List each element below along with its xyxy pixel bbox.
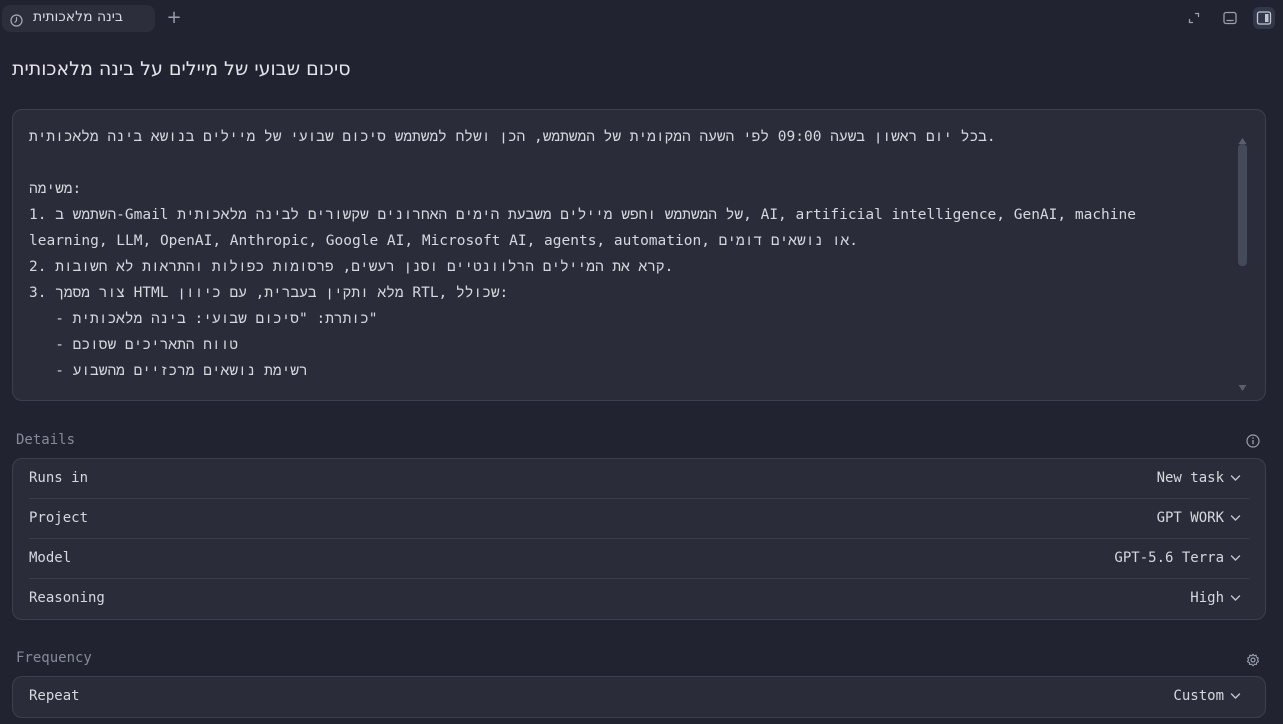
panel-bottom-icon[interactable] bbox=[1221, 9, 1239, 27]
frequency-card: Repeat Custom bbox=[12, 676, 1266, 718]
scroll-up-icon[interactable] bbox=[1238, 130, 1247, 144]
runs-in-label: Runs in bbox=[29, 470, 89, 486]
model-label: Model bbox=[29, 550, 72, 566]
chevron-down-icon bbox=[1230, 693, 1241, 699]
tab-ai[interactable]: בינה מלאכותית bbox=[2, 5, 155, 32]
prompt-line: 3. צור מסמך HTML מלא ותקין בעברית, עם כי… bbox=[29, 285, 509, 301]
prompt-line: - רשימת נושאים מרכזיים מהשבוע bbox=[29, 363, 308, 379]
prompt-line: בכל יום ראשון בשעה 09:00 לפי השעה המקומי… bbox=[29, 129, 996, 145]
prompt-line: 2. קרא את המיילים הרלוונטיים וסנן רעשים,… bbox=[29, 259, 674, 275]
prompt-line: 1. השתמש ב-Gmail של המשתמש וחפש מיילים מ… bbox=[29, 207, 1136, 223]
tab-title: בינה מלאכותית bbox=[33, 9, 124, 25]
repeat-dropdown[interactable]: Custom bbox=[1173, 688, 1241, 704]
scroll-down-icon[interactable] bbox=[1238, 377, 1247, 391]
repeat-label: Repeat bbox=[29, 688, 80, 704]
info-icon[interactable] bbox=[1246, 433, 1260, 448]
prompt-textarea[interactable]: בכל יום ראשון בשעה 09:00 לפי השעה המקומי… bbox=[12, 109, 1266, 401]
frequency-label: Frequency bbox=[16, 650, 92, 666]
details-card: Runs in New task Project GPT WORK Model … bbox=[12, 458, 1266, 620]
model-dropdown[interactable]: GPT-5.6 Terra bbox=[1114, 550, 1241, 566]
prompt-line bbox=[29, 150, 1229, 176]
repeat-row[interactable]: Repeat Custom bbox=[29, 677, 1249, 717]
prompt-scrollbar[interactable] bbox=[1238, 130, 1247, 391]
prompt-line: - כותרת: "סיכום שבועי: בינה מלאכותית" bbox=[29, 311, 378, 327]
chevron-down-icon bbox=[1230, 595, 1241, 601]
reasoning-row[interactable]: Reasoning High bbox=[29, 579, 1249, 619]
new-tab-button[interactable]: + bbox=[165, 9, 183, 27]
runs-in-value: New task bbox=[1156, 470, 1224, 486]
chevron-down-icon bbox=[1230, 555, 1241, 561]
chevron-down-icon bbox=[1230, 515, 1241, 521]
model-value: GPT-5.6 Terra bbox=[1114, 550, 1224, 566]
details-label: Details bbox=[16, 432, 76, 448]
clock-icon bbox=[10, 12, 23, 27]
prompt-text: בכל יום ראשון בשעה 09:00 לפי השעה המקומי… bbox=[29, 124, 1229, 384]
repeat-value: Custom bbox=[1173, 688, 1224, 704]
model-row[interactable]: Model GPT-5.6 Terra bbox=[29, 539, 1249, 579]
page-title[interactable]: סיכום שבועי של מיילים על בינה מלאכותית bbox=[12, 58, 351, 80]
reasoning-label: Reasoning bbox=[29, 590, 105, 606]
runs-in-row[interactable]: Runs in New task bbox=[29, 459, 1249, 499]
scrollbar-thumb[interactable] bbox=[1238, 144, 1247, 266]
runs-in-dropdown[interactable]: New task bbox=[1157, 470, 1241, 486]
panel-right-icon[interactable] bbox=[1253, 7, 1275, 29]
chevron-down-icon bbox=[1230, 475, 1241, 481]
prompt-line: learning, LLM, OpenAI, Anthropic, Google… bbox=[29, 233, 858, 249]
project-dropdown[interactable]: GPT WORK bbox=[1157, 510, 1241, 526]
expand-icon[interactable] bbox=[1185, 9, 1203, 27]
reasoning-dropdown[interactable]: High bbox=[1190, 590, 1241, 606]
prompt-line: משימה: bbox=[29, 181, 82, 197]
project-row[interactable]: Project GPT WORK bbox=[29, 499, 1249, 539]
project-label: Project bbox=[29, 510, 89, 526]
project-value: GPT WORK bbox=[1156, 510, 1224, 526]
gear-icon[interactable] bbox=[1246, 652, 1260, 667]
prompt-line: - טווח התאריכים שסוכם bbox=[29, 337, 239, 353]
top-bar: בינה מלאכותית + bbox=[0, 0, 1283, 36]
reasoning-value: High bbox=[1190, 590, 1224, 606]
